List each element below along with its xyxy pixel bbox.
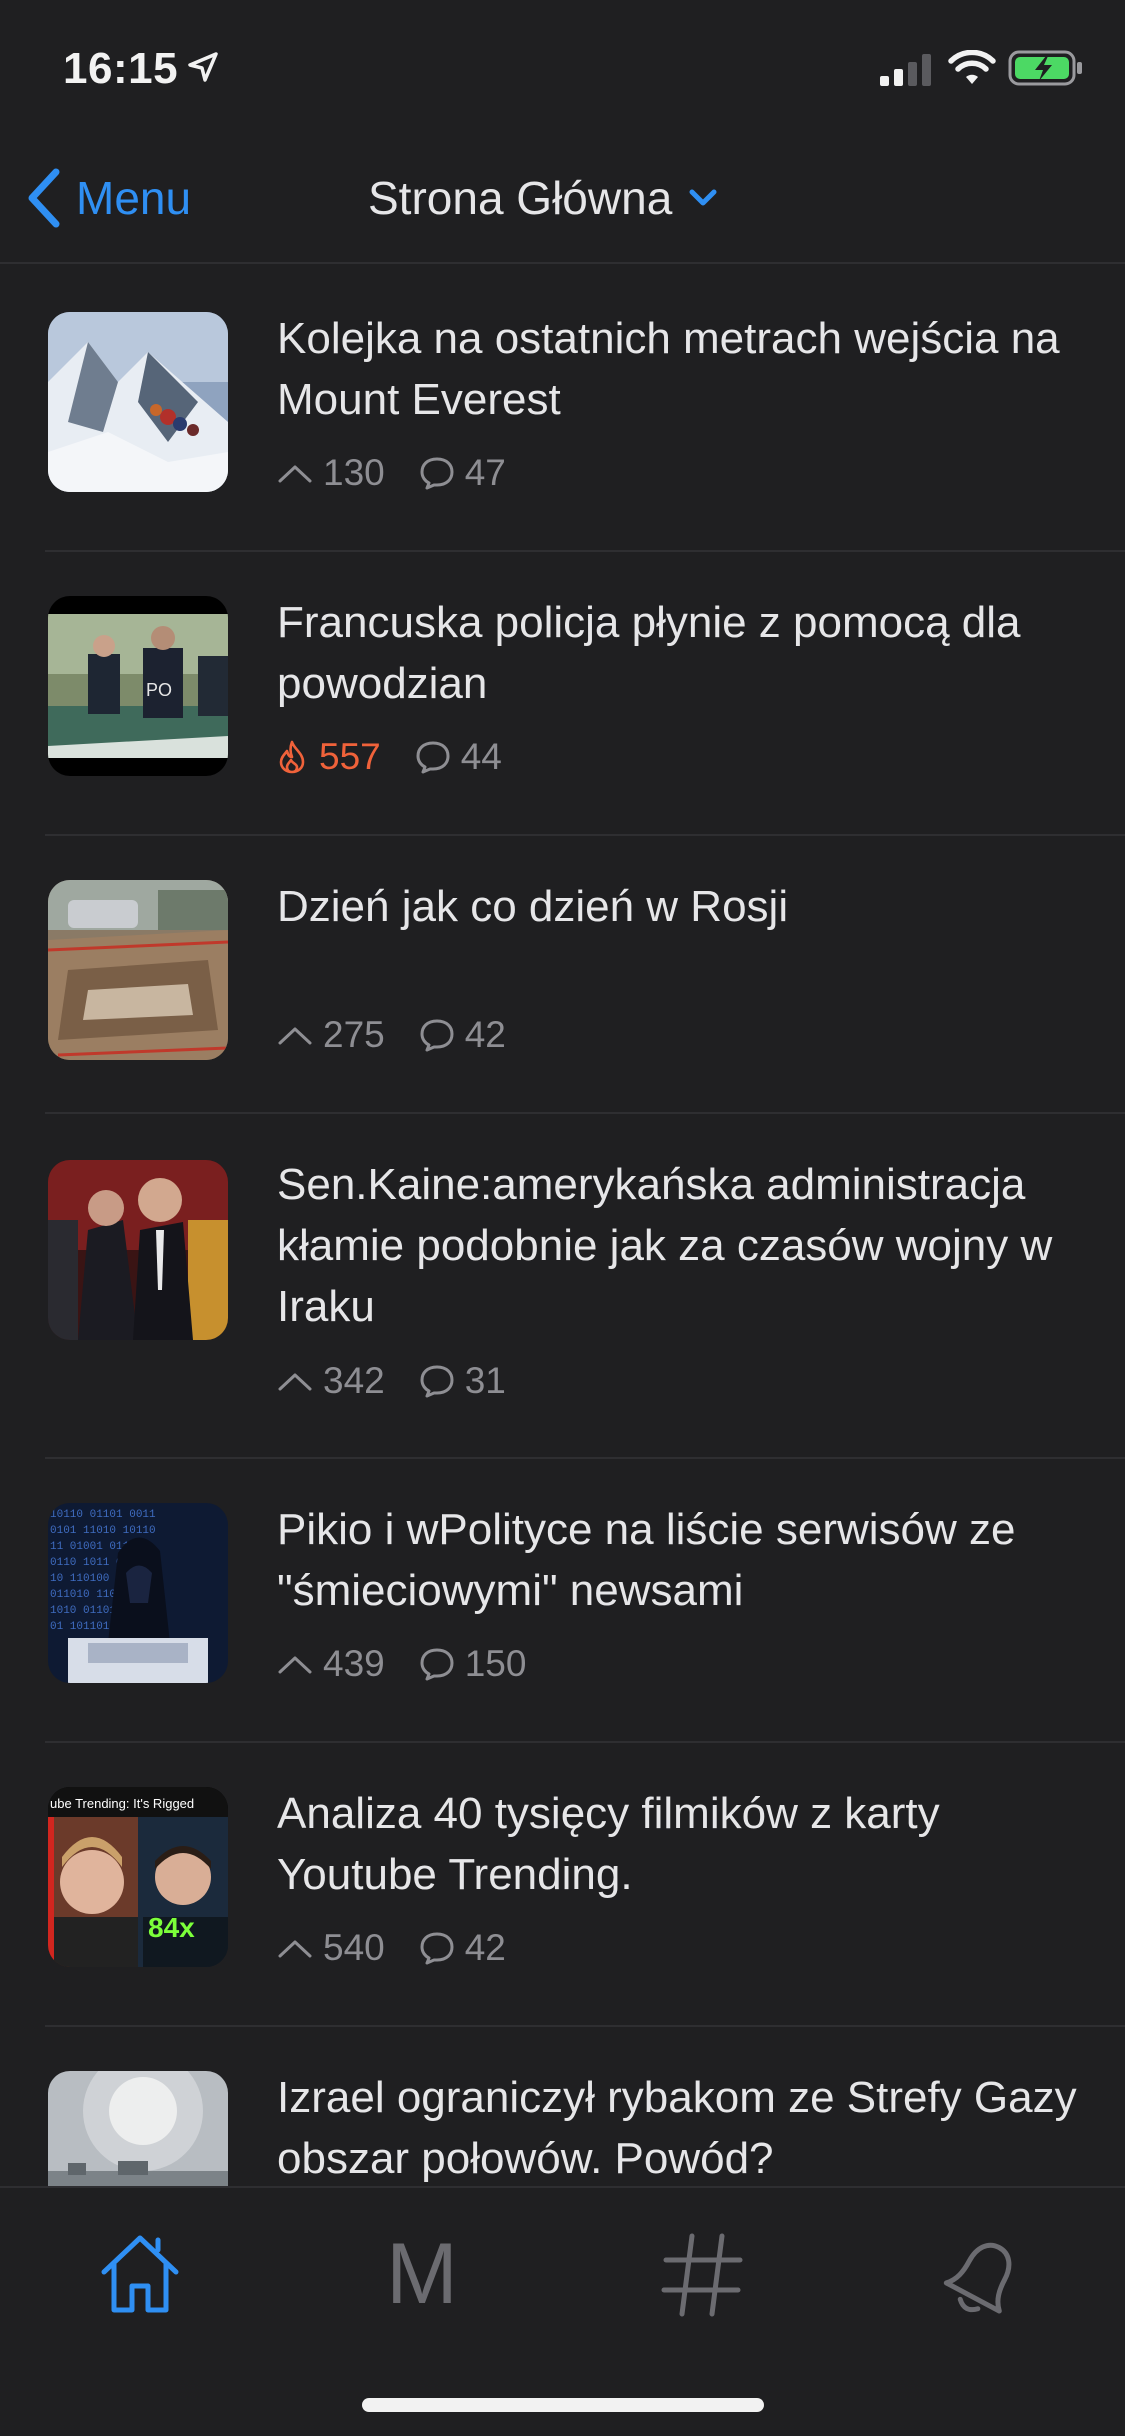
back-button-label: Menu xyxy=(76,172,192,224)
comment-icon xyxy=(420,1365,454,1398)
item-title: Analiza 40 tysięcy filmików z karty Yout… xyxy=(277,1789,940,1899)
wifi-icon xyxy=(948,50,996,84)
feed-list: Kolejka na ostatnich metrach wejścia na … xyxy=(0,266,1125,2186)
item-title: Izrael ograniczył rybakom ze Strefy Gazy… xyxy=(277,2073,1077,2183)
item-meta: 439 150 xyxy=(277,1643,526,1685)
thumbnail-image xyxy=(48,312,228,492)
page-title: Strona Główna xyxy=(368,172,673,224)
back-button[interactable]: Menu xyxy=(24,162,191,234)
tab-home[interactable] xyxy=(90,2224,190,2324)
thumbnail-image: 10110 01101 0011 0101 11010 10110 11 010… xyxy=(48,1503,228,1683)
feed-item[interactable]: Kolejka na ostatnich metrach wejścia na … xyxy=(0,266,1125,552)
item-title: Francuska policja płynie z pomocą dla po… xyxy=(277,598,1021,708)
home-icon xyxy=(101,2235,179,2313)
item-meta: 540 42 xyxy=(277,1927,506,1969)
item-title: Sen.Kaine:amerykańska administracja kłam… xyxy=(277,1160,1053,1331)
home-indicator[interactable] xyxy=(362,2398,764,2412)
feed-item[interactable]: 10110 01101 0011 0101 11010 10110 11 010… xyxy=(0,1457,1125,1743)
item-meta: 130 47 xyxy=(277,452,506,494)
vote-count: 275 xyxy=(323,1014,385,1055)
comment-icon xyxy=(420,457,454,490)
comment-icon xyxy=(420,1648,454,1681)
feed-item[interactable]: Dzień jak co dzień w Rosji 275 42 xyxy=(0,834,1125,1114)
upvote-icon xyxy=(278,1373,312,1391)
feed-item[interactable]: Izrael ograniczył rybakom ze Strefy Gazy… xyxy=(0,2025,1125,2186)
navigation-bar: Menu Strona Główna xyxy=(0,132,1125,264)
thumbnail-image: PO xyxy=(48,596,228,776)
comment-count: 42 xyxy=(464,1014,506,1055)
upvote-icon xyxy=(278,1027,312,1045)
thumbnail-image xyxy=(48,880,228,1060)
tab-tags[interactable] xyxy=(652,2224,752,2324)
item-meta: 557 44 xyxy=(277,736,502,778)
thumbnail-image: ube Trending: It's Rigged 84x xyxy=(48,1787,228,1967)
comment-count: 47 xyxy=(464,452,506,493)
m-letter-icon: M xyxy=(386,2226,458,2322)
chevron-down-icon xyxy=(689,189,717,206)
thumbnail-badge: 84x xyxy=(148,1912,195,1943)
comment-icon xyxy=(420,1932,454,1965)
tab-m[interactable]: M xyxy=(372,2224,472,2324)
status-bar: 16:15 xyxy=(0,0,1125,132)
thumbnail-image xyxy=(48,2071,228,2186)
hashtag-icon xyxy=(661,2233,743,2317)
feed-item[interactable]: Sen.Kaine:amerykańska administracja kłam… xyxy=(0,1112,1125,1459)
item-title: Dzień jak co dzień w Rosji xyxy=(277,882,789,931)
svg-text:0101 11010 10110: 0101 11010 10110 xyxy=(50,1525,156,1537)
fire-icon xyxy=(279,740,305,774)
upvote-icon xyxy=(278,465,312,483)
app-screen: 16:15 Menu Strona Główna Kolejka na osta… xyxy=(0,0,1125,2436)
item-meta: 342 31 xyxy=(277,1360,506,1402)
comment-icon xyxy=(420,1019,454,1052)
svg-text:PO: PO xyxy=(146,680,172,700)
svg-text:10110 01101 0011: 10110 01101 0011 xyxy=(50,1509,156,1521)
battery-charging-icon xyxy=(1008,50,1082,86)
thumbnail-image xyxy=(48,1160,228,1340)
vote-count: 342 xyxy=(323,1360,385,1401)
chevron-left-icon xyxy=(28,168,60,228)
feed-item[interactable]: PO Francuska policja płynie z pomocą dla… xyxy=(0,550,1125,836)
upvote-icon xyxy=(278,1656,312,1674)
section-selector[interactable]: Strona Główna xyxy=(368,168,718,228)
location-arrow-icon xyxy=(188,52,218,82)
cellular-signal-icon xyxy=(880,54,931,86)
tab-notifications[interactable] xyxy=(935,2224,1035,2324)
vote-count: 439 xyxy=(323,1643,385,1684)
item-title: Kolejka na ostatnich metrach wejścia na … xyxy=(277,314,1060,424)
thumbnail-caption: ube Trending: It's Rigged xyxy=(50,1796,194,1811)
comment-icon xyxy=(416,741,450,774)
upvote-icon xyxy=(278,1940,312,1958)
vote-count: 540 xyxy=(323,1927,385,1968)
vote-count: 557 xyxy=(319,736,381,777)
bell-icon xyxy=(943,2242,1012,2314)
item-meta: 275 42 xyxy=(277,1014,506,1056)
item-title: Pikio i wPolityce na liście serwisów ze … xyxy=(277,1505,1016,1615)
comment-count: 31 xyxy=(464,1360,506,1401)
comment-count: 150 xyxy=(464,1643,527,1684)
vote-count: 130 xyxy=(323,452,385,493)
feed-item[interactable]: ube Trending: It's Rigged 84x Analiza 40… xyxy=(0,1741,1125,2027)
status-time: 16:15 xyxy=(63,44,179,93)
comment-count: 44 xyxy=(460,736,502,777)
comment-count: 42 xyxy=(464,1927,506,1968)
